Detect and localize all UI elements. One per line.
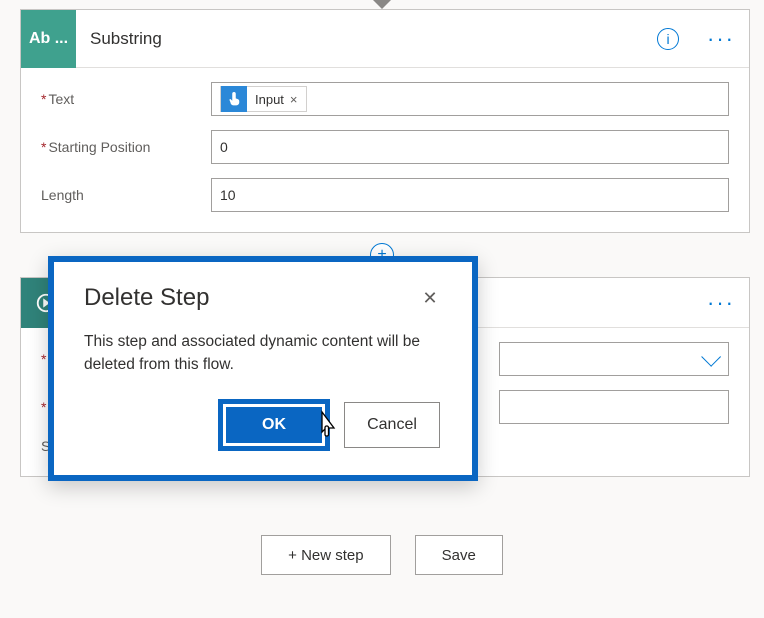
canvas-actions: + New step Save (20, 535, 744, 575)
more-menu-button[interactable]: ··· (693, 290, 749, 316)
ok-button-highlight: OK (218, 399, 330, 451)
delete-step-dialog: Delete Step ✕ This step and associated d… (48, 256, 478, 481)
starting-position-input[interactable]: 0 (211, 130, 729, 164)
more-menu-button[interactable]: ··· (693, 26, 749, 52)
step-title[interactable]: Substring (76, 29, 657, 49)
length-input[interactable]: 10 (211, 178, 729, 212)
dialog-title: Delete Step (84, 284, 209, 312)
substring-step-card: Ab ... Substring i ··· *Text Input × (20, 9, 750, 233)
new-step-button[interactable]: + New step (261, 535, 390, 575)
touch-icon (221, 86, 247, 112)
text-label: *Text (41, 91, 211, 107)
connector-badge: Ab ... (21, 10, 76, 68)
text-input[interactable]: Input × (211, 82, 729, 116)
info-icon[interactable]: i (657, 28, 679, 50)
cancel-button[interactable]: Cancel (344, 402, 440, 448)
dialog-body-text: This step and associated dynamic content… (84, 330, 442, 377)
token-label: Input (255, 92, 284, 107)
close-icon[interactable]: ✕ (418, 288, 442, 309)
starting-position-label: *Starting Position (41, 139, 211, 155)
save-button[interactable]: Save (415, 535, 503, 575)
token-remove-icon[interactable]: × (284, 92, 306, 107)
substring-card-header: Ab ... Substring i ··· (21, 10, 749, 68)
text-input[interactable] (499, 390, 729, 424)
length-label: Length (41, 187, 211, 203)
dynamic-content-token[interactable]: Input × (220, 86, 307, 112)
ok-button[interactable]: OK (226, 407, 322, 443)
chevron-down-icon (701, 347, 721, 367)
connector-arrow-icon (373, 0, 391, 9)
dropdown-field[interactable] (499, 342, 729, 376)
